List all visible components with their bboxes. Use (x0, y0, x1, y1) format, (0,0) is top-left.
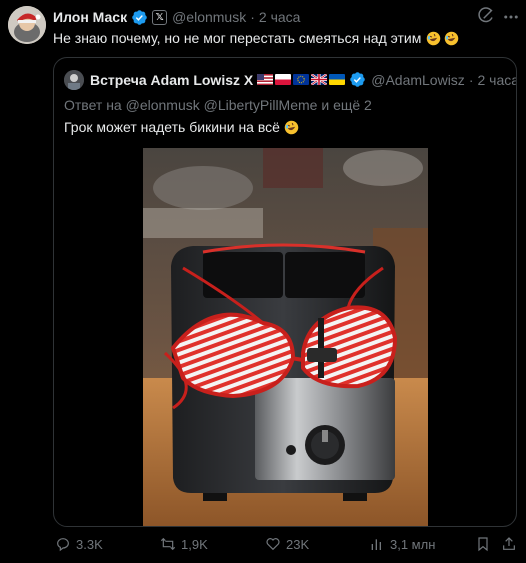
quote-author-avatar[interactable] (64, 70, 84, 90)
author-avatar[interactable] (8, 6, 46, 44)
more-options-icon[interactable] (502, 8, 520, 26)
separator-dot: · (468, 71, 474, 88)
ukraine-flag-icon (329, 74, 346, 85)
quote-time[interactable]: 2 часа (477, 72, 516, 88)
heart-icon (266, 538, 280, 551)
us-flag-icon (257, 74, 274, 85)
quote-text: Грок может надеть бикини на всё (64, 119, 299, 135)
quote-text-content: Грок может надеть бикини на всё (64, 119, 280, 135)
reply-prefix: Ответ на (64, 97, 122, 113)
poland-flag-icon (275, 74, 292, 85)
verified-badge-icon (350, 72, 365, 87)
eu-flag-icon (293, 74, 310, 85)
bookmark-icon[interactable] (475, 536, 491, 552)
repost-button[interactable]: 1,9K (160, 536, 208, 552)
reply-count: 3.3K (76, 536, 103, 552)
uk-flag-icon (311, 74, 328, 85)
reply-user-link[interactable]: @elonmusk (126, 97, 200, 113)
reply-context: Ответ на @elonmusk @LibertyPillMeme и ещ… (64, 97, 372, 113)
like-count: 23K (286, 536, 310, 552)
tweet-text: Не знаю почему, но не мог перестать смея… (53, 30, 459, 46)
rofl-emoji-icon (284, 120, 299, 134)
separator-dot: · (250, 9, 255, 25)
quote-author-handle[interactable]: @AdamLowisz (371, 72, 465, 88)
views-icon (371, 539, 381, 550)
rofl-emoji-icon (427, 31, 441, 45)
rofl-emoji-icon (445, 31, 459, 45)
tweet-time[interactable]: 2 часа (259, 9, 301, 25)
author-handle[interactable]: @elonmusk (172, 9, 246, 25)
share-icon[interactable] (501, 536, 517, 552)
tweet-text-content: Не знаю почему, но не мог перестать смея… (53, 30, 422, 46)
tweet-header: Илон Маск 𝕏 @elonmusk · 2 часа (53, 8, 300, 26)
reply-button[interactable]: 3.3K (55, 536, 103, 552)
tweet-card[interactable]: Илон Маск 𝕏 @elonmusk · 2 часа Не знаю п… (0, 0, 526, 563)
repost-count: 1,9K (181, 536, 208, 552)
x-affiliation-icon: 𝕏 (152, 9, 168, 25)
repost-icon (160, 537, 176, 551)
quote-header: Встреча Adam Lowisz X @AdamLowisz · 2 ча… (90, 71, 516, 88)
author-name[interactable]: Илон Маск (53, 9, 127, 25)
views-button[interactable]: 3,1 млн (369, 536, 435, 552)
reply-icon (57, 538, 69, 552)
grok-icon[interactable] (477, 7, 495, 25)
verified-badge-icon (132, 9, 147, 25)
like-button[interactable]: 23K (265, 536, 309, 552)
tweet-actions: 3.3K 1,9K 23K 3,1 млн (53, 536, 519, 556)
views-count: 3,1 млн (390, 536, 436, 552)
reply-suffix[interactable]: и ещё 2 (321, 97, 371, 113)
quote-author-name[interactable]: Встреча Adam Lowisz X (90, 72, 253, 88)
quoted-tweet[interactable]: Встреча Adam Lowisz X @AdamLowisz · 2 ча… (53, 57, 517, 527)
quote-media-image[interactable] (143, 148, 428, 526)
reply-user-link[interactable]: @LibertyPillMeme (204, 97, 318, 113)
